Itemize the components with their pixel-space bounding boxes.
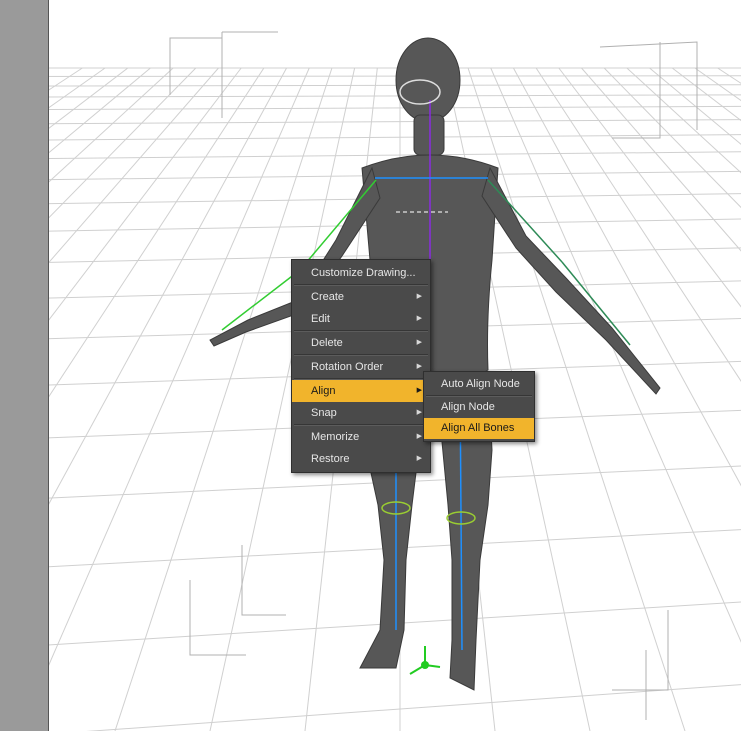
chevron-right-icon: ▶	[416, 339, 422, 346]
menu-item-align-node[interactable]: Align Node	[424, 397, 534, 418]
align-submenu: Auto Align Node Align Node Align All Bon…	[423, 371, 535, 442]
menu-item-label: Customize Drawing...	[311, 267, 416, 279]
menu-item-edit[interactable]: Edit ▶	[292, 308, 430, 330]
menu-item-restore[interactable]: Restore ▶	[292, 448, 430, 470]
menu-item-label: Auto Align Node	[441, 378, 520, 390]
chevron-right-icon: ▶	[416, 433, 422, 440]
chevron-right-icon: ▶	[416, 293, 422, 300]
menu-item-align[interactable]: Align ▶	[292, 380, 430, 402]
chevron-right-icon: ▶	[416, 387, 422, 394]
transform-gizmo-icon[interactable]	[409, 646, 441, 675]
menu-item-label: Rotation Order	[311, 361, 384, 373]
menu-item-auto-align-node[interactable]: Auto Align Node	[424, 374, 534, 395]
menu-item-rotation-order[interactable]: Rotation Order ▶	[292, 356, 430, 378]
chevron-right-icon: ▶	[416, 455, 422, 462]
menu-item-memorize[interactable]: Memorize ▶	[292, 426, 430, 448]
menu-item-label: Delete	[311, 337, 343, 349]
chevron-right-icon: ▶	[416, 363, 422, 370]
menu-item-label: Align Node	[441, 401, 495, 413]
menu-item-delete[interactable]: Delete ▶	[292, 332, 430, 354]
menu-item-label: Create	[311, 291, 345, 303]
menu-item-label: Memorize	[311, 431, 360, 443]
context-menu: Customize Drawing... Create ▶ Edit ▶ Delet…	[291, 259, 431, 473]
menu-item-label: Align All Bones	[441, 422, 515, 434]
menu-item-snap[interactable]: Snap ▶	[292, 402, 430, 424]
menu-item-customize-drawing[interactable]: Customize Drawing...	[292, 262, 430, 284]
side-panel	[0, 0, 49, 731]
menu-item-align-all-bones[interactable]: Align All Bones	[424, 418, 534, 439]
menu-item-label: Restore	[311, 453, 350, 465]
menu-item-label: Edit	[311, 313, 330, 325]
menu-item-create[interactable]: Create ▶	[292, 286, 430, 308]
chevron-right-icon: ▶	[416, 409, 422, 416]
menu-item-label: Align	[311, 385, 336, 397]
menu-item-label: Snap	[311, 407, 337, 419]
chevron-right-icon: ▶	[416, 315, 422, 322]
